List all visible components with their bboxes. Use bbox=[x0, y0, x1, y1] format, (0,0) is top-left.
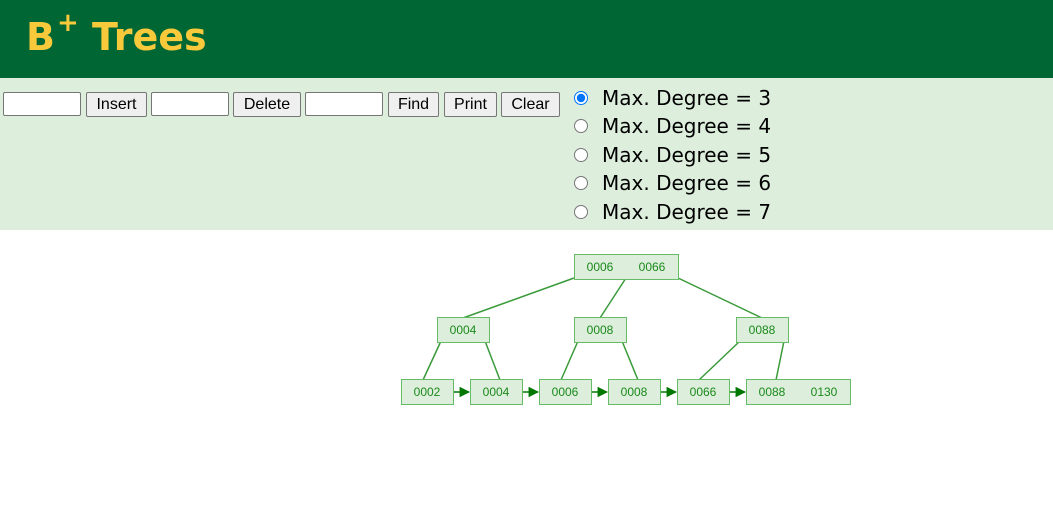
leaf-node-3-key-1: 0006 bbox=[552, 385, 579, 399]
degree-label-4: Max. Degree = 4 bbox=[602, 114, 772, 138]
edge-internal-1-right bbox=[484, 340, 501, 381]
title-main: B bbox=[26, 15, 55, 59]
clear-button[interactable]: Clear bbox=[501, 92, 560, 117]
degree-label-6: Max. Degree = 6 bbox=[602, 171, 772, 195]
leaf-node-1-key-1: 0002 bbox=[414, 385, 441, 399]
edge-internal-1-left bbox=[422, 340, 442, 381]
bplus-tree-diagram: 0006 0066 0004 0008 0088 0002 0004 0006 0008 0066… bbox=[401, 254, 851, 405]
degree-label-3: Max. Degree = 3 bbox=[602, 86, 772, 110]
degree-option-5[interactable]: Max. Degree = 5 bbox=[572, 142, 771, 168]
leaf-node-5-key-1: 0066 bbox=[690, 385, 717, 399]
edge-root-to-internal-2 bbox=[599, 277, 627, 319]
degree-label-7: Max. Degree = 7 bbox=[602, 200, 772, 224]
leaf-node-4-key-1: 0008 bbox=[621, 385, 648, 399]
edge-root-to-internal-3 bbox=[677, 277, 763, 319]
edge-internal-3-left bbox=[698, 340, 741, 381]
leaf-node-6-key-2: 0130 bbox=[811, 385, 838, 399]
find-input[interactable] bbox=[305, 92, 383, 116]
edge-internal-3-right bbox=[775, 340, 785, 381]
title-rest: Trees bbox=[78, 15, 207, 59]
degree-radio-5[interactable] bbox=[574, 148, 588, 162]
leaf-node-2-key-1: 0004 bbox=[483, 385, 510, 399]
delete-input[interactable] bbox=[151, 92, 229, 116]
degree-radio-4[interactable] bbox=[574, 119, 588, 133]
find-button[interactable]: Find bbox=[388, 92, 439, 117]
degree-option-7[interactable]: Max. Degree = 7 bbox=[572, 199, 771, 225]
degree-option-6[interactable]: Max. Degree = 6 bbox=[572, 170, 771, 196]
edge-internal-2-left bbox=[560, 340, 579, 381]
print-button[interactable]: Print bbox=[444, 92, 497, 117]
degree-radio-7[interactable] bbox=[574, 205, 588, 219]
tree-canvas: 0006 0066 0004 0008 0088 0002 0004 0006 0008 0066… bbox=[0, 230, 1053, 506]
page-title: B+ Trees bbox=[26, 10, 207, 59]
degree-option-4[interactable]: Max. Degree = 4 bbox=[572, 113, 771, 139]
degree-option-3[interactable]: Max. Degree = 3 bbox=[572, 85, 771, 111]
leaf-node-6-key-1: 0088 bbox=[759, 385, 786, 399]
insert-input[interactable] bbox=[3, 92, 81, 116]
edge-internal-2-right bbox=[621, 340, 639, 381]
edge-root-to-internal-1 bbox=[462, 277, 575, 319]
degree-radio-6[interactable] bbox=[574, 176, 588, 190]
internal-node-3-key-1: 0088 bbox=[749, 323, 776, 337]
insert-button[interactable]: Insert bbox=[86, 92, 147, 117]
internal-node-1-key-1: 0004 bbox=[450, 323, 477, 337]
title-superscript: + bbox=[56, 8, 79, 38]
degree-label-5: Max. Degree = 5 bbox=[602, 143, 772, 167]
degree-radio-3[interactable] bbox=[574, 91, 588, 105]
internal-node-2-key-1: 0008 bbox=[587, 323, 614, 337]
root-node-key-1: 0006 bbox=[587, 260, 614, 274]
page-header: B+ Trees bbox=[0, 0, 1053, 78]
root-node-key-2: 0066 bbox=[639, 260, 666, 274]
delete-button[interactable]: Delete bbox=[233, 92, 301, 117]
